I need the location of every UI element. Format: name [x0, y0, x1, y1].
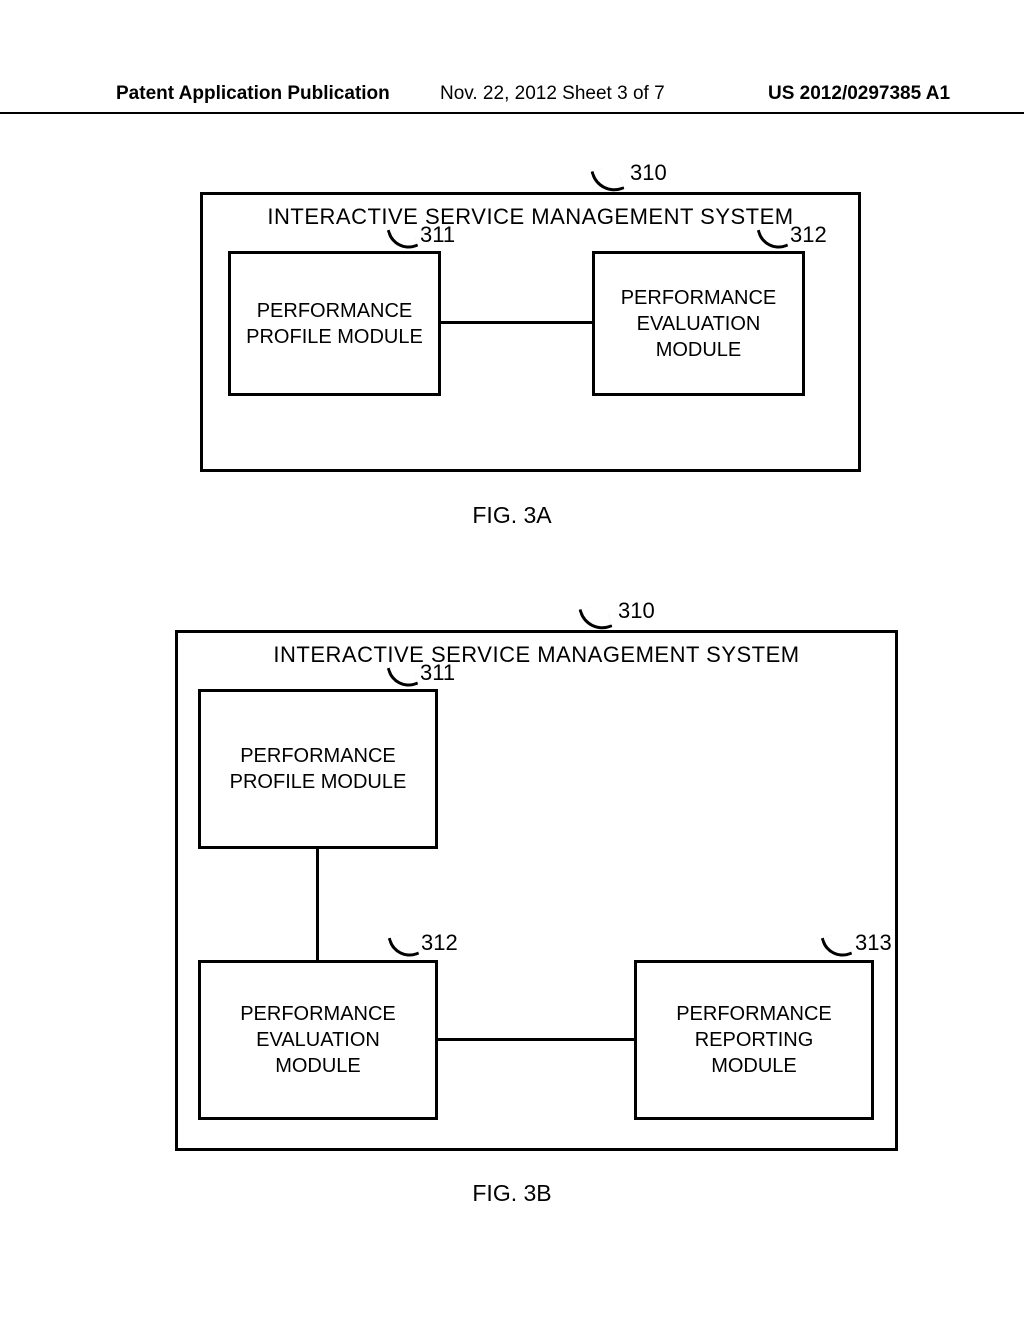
ref-313: 313: [855, 930, 892, 956]
ref-311-b: 311: [420, 660, 455, 686]
fig3b-connector-horizontal: [438, 1038, 634, 1041]
fig3b-system-title: INTERACTIVE SERVICE MANAGEMENT SYSTEM: [178, 642, 895, 668]
header-right: US 2012/0297385 A1: [768, 83, 950, 105]
header-mid: Nov. 22, 2012 Sheet 3 of 7: [440, 83, 665, 105]
fig3b-caption: FIG. 3B: [0, 1180, 1024, 1207]
ref-310-a: 310: [630, 160, 667, 186]
ref-310-b: 310: [618, 598, 655, 624]
fig3b-performance-reporting-module: PERFORMANCEREPORTINGMODULE: [634, 960, 874, 1120]
fig3a-performance-evaluation-module: PERFORMANCEEVALUATIONMODULE: [592, 251, 805, 396]
fig3b-connector-vertical: [316, 849, 319, 960]
ref-312-a: 312: [790, 222, 827, 248]
fig3a-connector: [441, 321, 592, 324]
fig3a-caption: FIG. 3A: [0, 502, 1024, 529]
fig3b-performance-evaluation-module: PERFORMANCEEVALUATIONMODULE: [198, 960, 438, 1120]
page: Patent Application Publication Nov. 22, …: [0, 0, 1024, 1320]
fig3a-system-title: INTERACTIVE SERVICE MANAGEMENT SYSTEM: [203, 204, 858, 230]
header-left: Patent Application Publication: [116, 83, 390, 105]
ref-311-a: 311: [420, 222, 455, 248]
fig3b-performance-profile-module: PERFORMANCEPROFILE MODULE: [198, 689, 438, 849]
fig3a-performance-profile-module: PERFORMANCEPROFILE MODULE: [228, 251, 441, 396]
page-header: Patent Application Publication Nov. 22, …: [0, 80, 1024, 114]
ref-312-b: 312: [421, 930, 458, 956]
